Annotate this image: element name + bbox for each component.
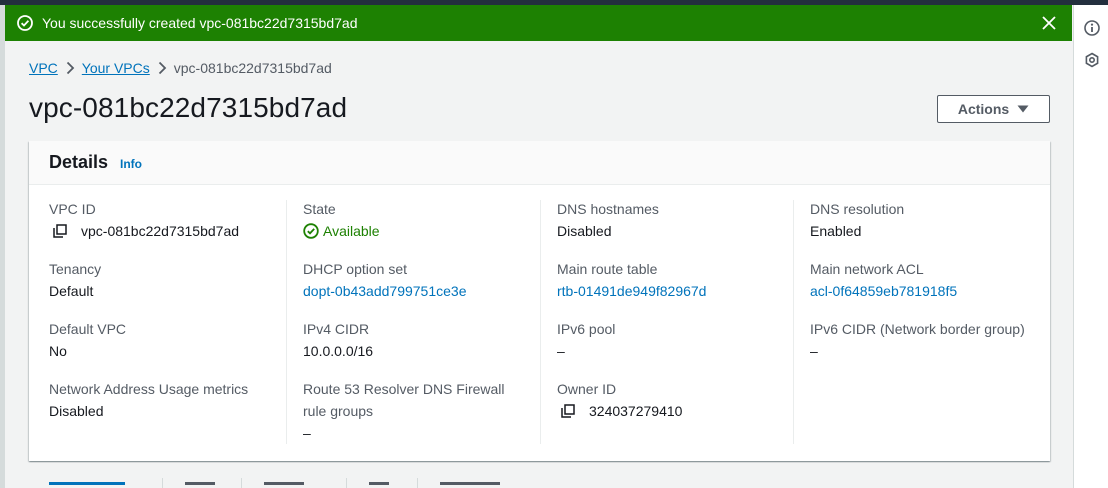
field-state: State Available [303, 198, 533, 242]
success-check-icon [17, 15, 33, 31]
field-route53-resolver-dns-firewall-rule-groups: Route 53 Resolver DNS Firewall rule grou… [303, 378, 518, 444]
field-label: Main network ACL [810, 261, 924, 277]
field-label: DNS resolution [810, 201, 905, 217]
info-circle-icon[interactable] [1074, 16, 1108, 40]
right-tools-rail [1073, 5, 1108, 488]
copy-icon[interactable] [53, 220, 75, 242]
field-label: Route 53 Resolver DNS Firewall rule grou… [303, 381, 505, 419]
breadcrumb-vpc-link[interactable]: VPC [29, 60, 58, 76]
tab-partial[interactable] [49, 482, 125, 485]
tab-divider [346, 478, 347, 488]
ipv4-cidr-value: 10.0.0.0/16 [303, 343, 374, 359]
state-value: Available [323, 223, 380, 239]
status-badge: Available [303, 220, 533, 242]
field-label: IPv6 CIDR (Network border group) [810, 321, 1025, 337]
status-success-icon [303, 223, 319, 239]
route53-resolver-dns-firewall-value: – [303, 425, 311, 441]
actions-button-label: Actions [957, 101, 1010, 117]
dns-hostnames-value: Disabled [557, 223, 612, 239]
field-label: Default VPC [49, 321, 127, 337]
caret-down-icon [1017, 105, 1029, 113]
breadcrumb-your-vpcs-link[interactable]: Your VPCs [82, 60, 150, 76]
default-vpc-value: No [49, 343, 67, 359]
chevron-right-icon [58, 61, 82, 75]
field-dns-hostnames: DNS hostnames Disabled [557, 198, 787, 242]
dns-resolution-value: Enabled [810, 223, 862, 239]
field-ipv6-pool: IPv6 pool – [557, 318, 787, 362]
field-label: Tenancy [49, 261, 102, 277]
chevron-right-icon [150, 61, 174, 75]
field-label: IPv6 pool [557, 321, 616, 337]
field-label: IPv4 CIDR [303, 321, 370, 337]
details-header: Details Info [29, 141, 1050, 185]
breadcrumb: VPC Your VPCs vpc-081bc22d7315bd7ad [29, 60, 332, 76]
field-main-route-table: Main route table rtb-01491de949f82967d [557, 258, 787, 302]
details-panel: Details Info VPC ID vpc-081bc22d7315bd7a… [29, 141, 1050, 461]
tab-partial[interactable] [185, 482, 215, 485]
column-divider [793, 200, 794, 444]
field-owner-id: Owner ID 324037279410 [557, 378, 787, 422]
ipv6-cidr-value: – [810, 343, 818, 359]
field-default-vpc: Default VPC No [49, 318, 279, 362]
success-flash-banner: You successfully created vpc-081bc22d731… [5, 5, 1072, 41]
tab-partial[interactable] [264, 482, 304, 485]
tab-partial[interactable] [369, 482, 389, 485]
field-ipv6-cidr-network-border-group: IPv6 CIDR (Network border group) – [810, 318, 1040, 362]
column-divider [286, 200, 287, 444]
field-dhcp-option-set: DHCP option set dopt-0b43add799751ce3e [303, 258, 533, 302]
tab-divider [241, 478, 242, 488]
field-tenancy: Tenancy Default [49, 258, 279, 302]
column-divider [540, 200, 541, 444]
side-navigation-edge [0, 5, 5, 488]
flash-message: You successfully created vpc-081bc22d731… [42, 15, 358, 31]
field-vpc-id: VPC ID vpc-081bc22d7315bd7ad [49, 198, 279, 242]
ipv6-pool-value: – [557, 343, 565, 359]
network-address-usage-metrics-value: Disabled [49, 403, 104, 419]
vpc-id-value: vpc-081bc22d7315bd7ad [81, 223, 240, 239]
tenancy-value: Default [49, 283, 94, 299]
field-label: Network Address Usage metrics [49, 381, 249, 397]
tab-divider [162, 478, 163, 488]
actions-button[interactable]: Actions [937, 95, 1050, 123]
settings-hex-icon[interactable] [1074, 48, 1108, 72]
close-icon[interactable] [1040, 14, 1058, 32]
info-link[interactable]: Info [120, 157, 142, 171]
field-label: VPC ID [49, 201, 96, 217]
field-label: DHCP option set [303, 261, 408, 277]
field-ipv4-cidr: IPv4 CIDR 10.0.0.0/16 [303, 318, 533, 362]
details-title: Details [49, 152, 109, 172]
main-network-acl-link[interactable]: acl-0f64859eb781918f5 [810, 280, 1040, 302]
tabs-strip-partial [29, 478, 1050, 488]
tab-partial[interactable] [440, 482, 500, 485]
field-network-address-usage-metrics: Network Address Usage metrics Disabled [49, 378, 279, 422]
breadcrumb-current: vpc-081bc22d7315bd7ad [173, 60, 332, 76]
dhcp-option-set-link[interactable]: dopt-0b43add799751ce3e [303, 280, 533, 302]
field-label: Owner ID [557, 381, 617, 397]
field-main-network-acl: Main network ACL acl-0f64859eb781918f5 [810, 258, 1040, 302]
field-dns-resolution: DNS resolution Enabled [810, 198, 1040, 242]
copy-icon[interactable] [561, 400, 583, 422]
tab-divider [417, 478, 418, 488]
page-title: vpc-081bc22d7315bd7ad [29, 92, 348, 123]
field-label: Main route table [557, 261, 658, 277]
field-label: State [303, 201, 336, 217]
owner-id-value: 324037279410 [589, 403, 683, 419]
field-label: DNS hostnames [557, 201, 659, 217]
main-route-table-link[interactable]: rtb-01491de949f82967d [557, 280, 787, 302]
